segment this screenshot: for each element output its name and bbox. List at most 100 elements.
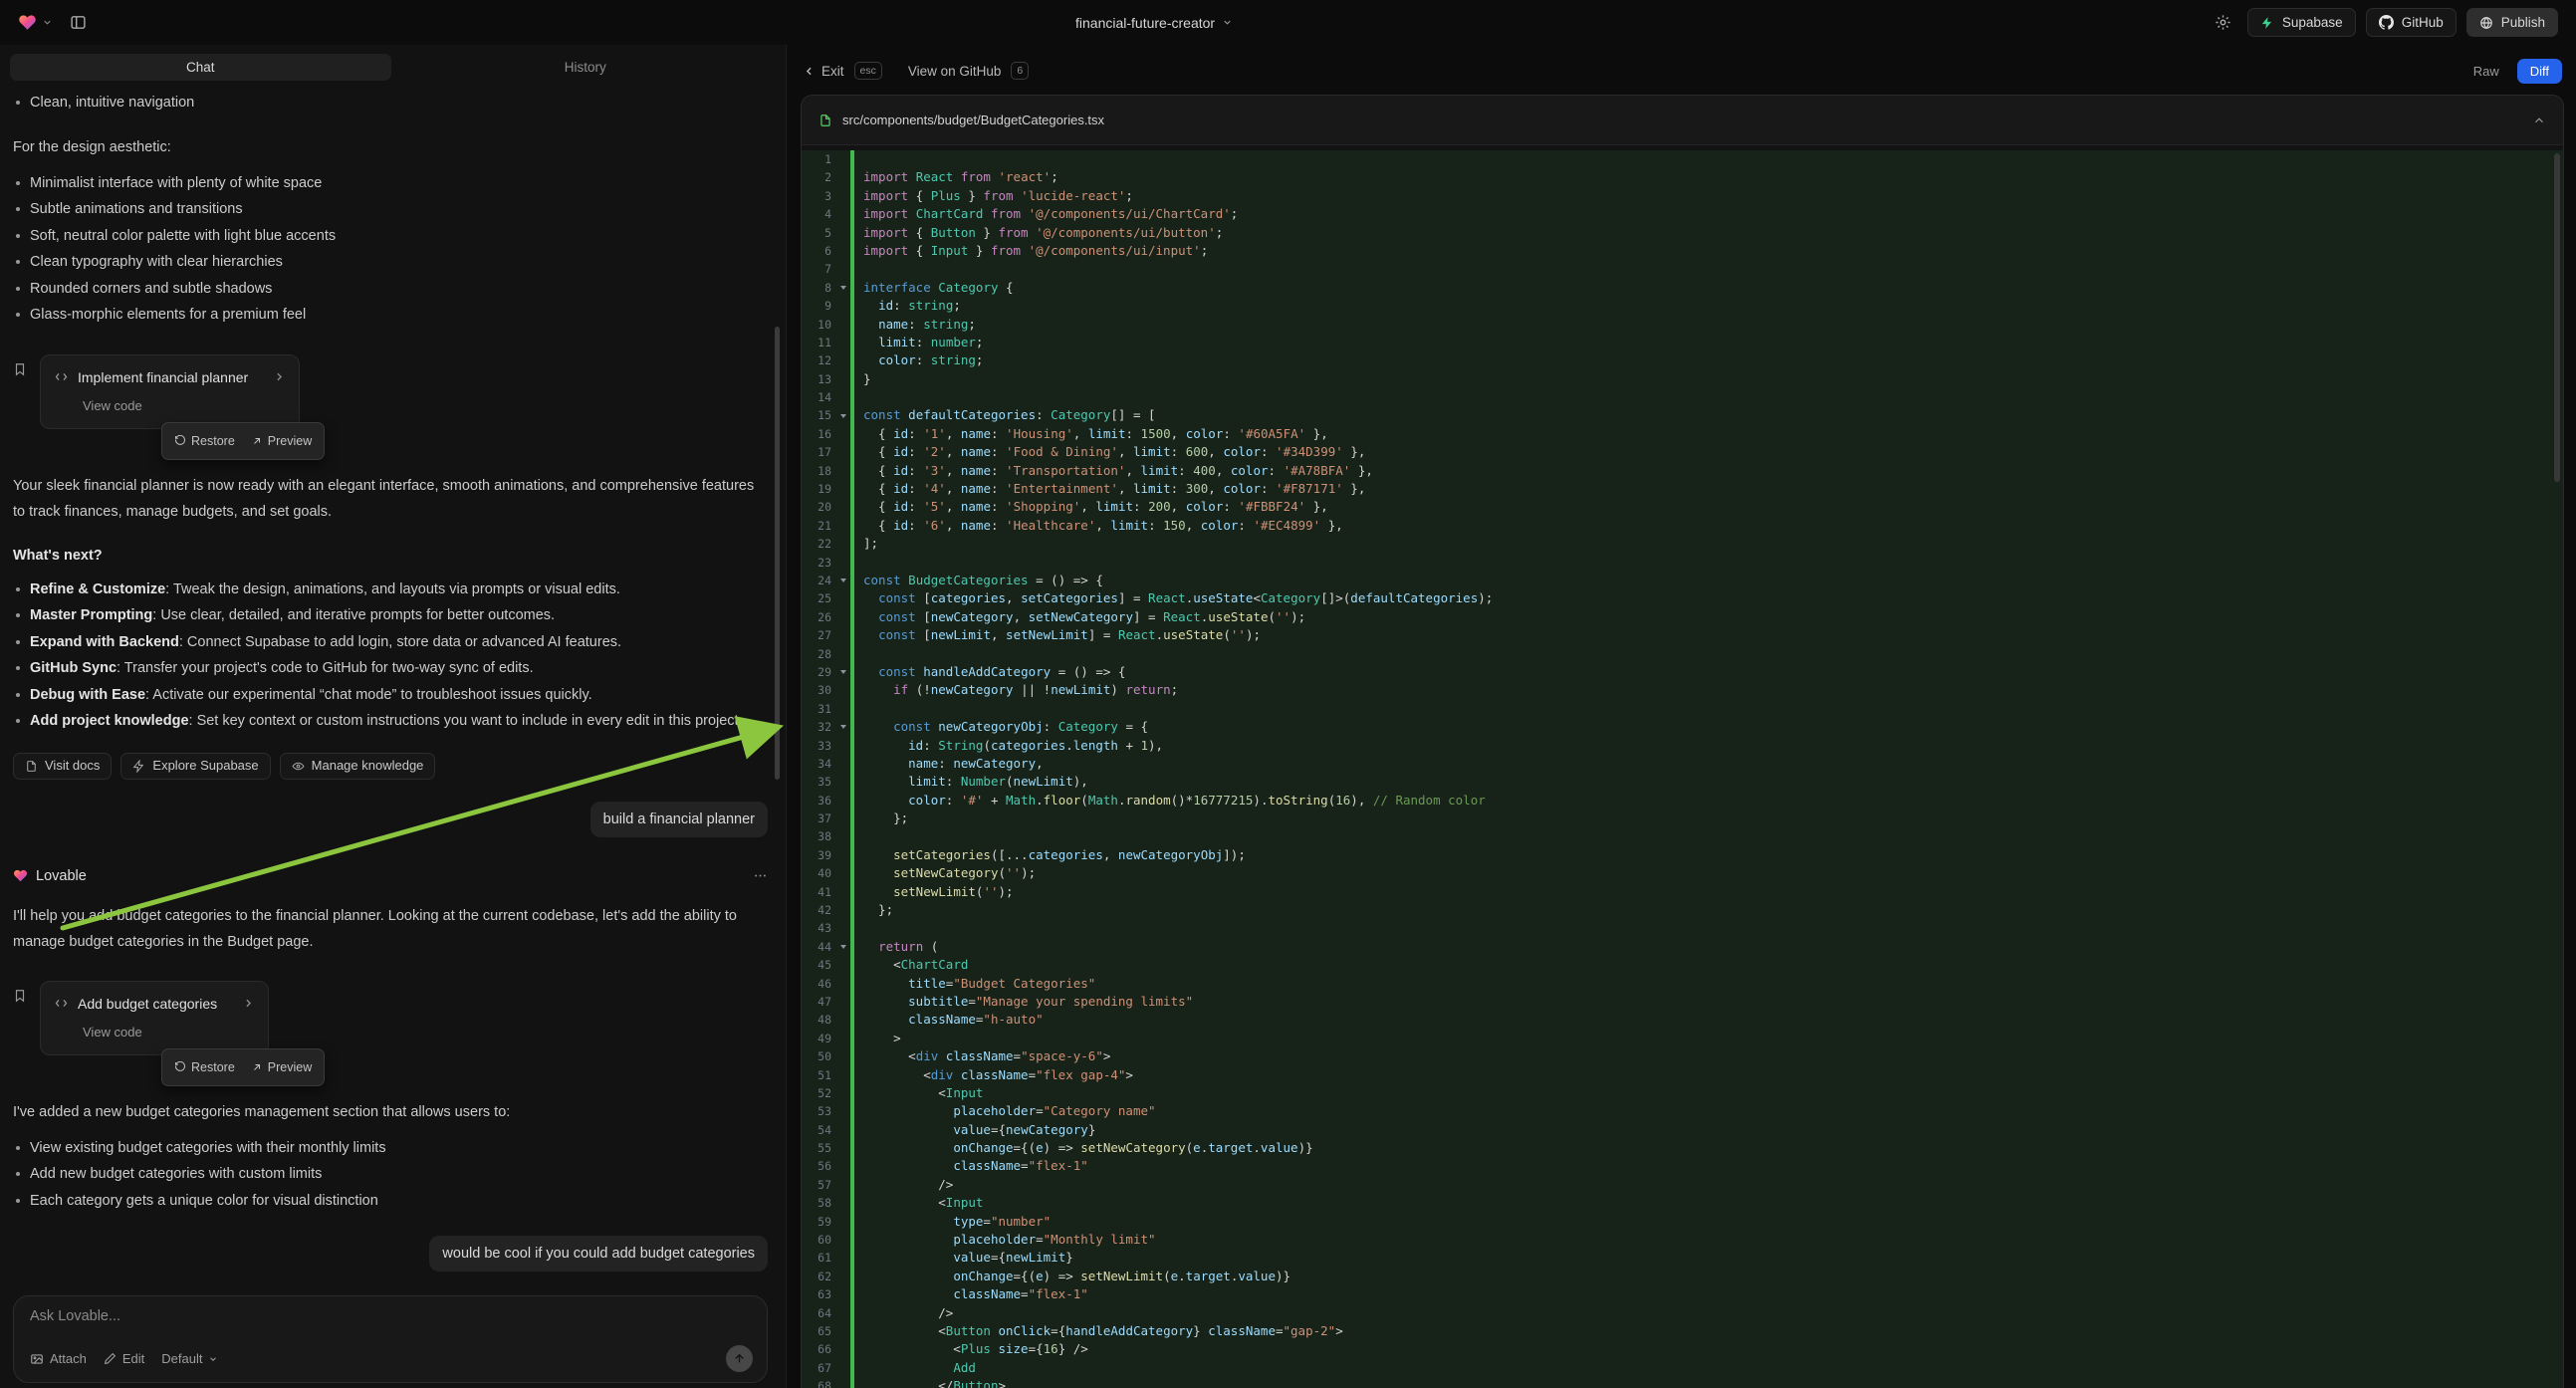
- chat-scrollbar-thumb[interactable]: [775, 327, 780, 780]
- version-card-wrap: Implement financial planner View code: [40, 354, 300, 429]
- whats-next-heading: What's next?: [13, 543, 768, 569]
- explore-supabase-button[interactable]: Explore Supabase: [120, 753, 270, 780]
- code-line: 36 color: '#' + Math.floor(Math.random()…: [802, 792, 2563, 810]
- visit-docs-button[interactable]: Visit docs: [13, 753, 112, 780]
- code-line: 29 const handleAddCategory = () => {: [802, 663, 2563, 681]
- bullet-item: Debug with Ease: Activate our experiment…: [13, 682, 768, 709]
- mode-select[interactable]: Default: [161, 1351, 218, 1366]
- code-line: 33 id: String(categories.length + 1),: [802, 737, 2563, 755]
- bookmark-icon[interactable]: [13, 362, 27, 376]
- restore-button[interactable]: Restore: [168, 1052, 241, 1082]
- bullet-list: Clean, intuitive navigation: [13, 90, 768, 116]
- bullet-item: Glass-morphic elements for a premium fee…: [13, 302, 768, 329]
- bullet-item: Minimalist interface with plenty of whit…: [13, 170, 768, 197]
- app: financial-future-creator Supabase GitHub: [0, 0, 2576, 1388]
- preview-button[interactable]: Preview: [245, 426, 318, 456]
- chevron-up-icon[interactable]: [2532, 114, 2546, 127]
- code-line: 62 onChange={(e) => setNewLimit(e.target…: [802, 1268, 2563, 1285]
- publish-button-label: Publish: [2501, 15, 2545, 30]
- diff-toggle[interactable]: Diff: [2517, 59, 2562, 84]
- chat-input[interactable]: [30, 1308, 753, 1324]
- code-line: 51 <div className="flex gap-4">: [802, 1066, 2563, 1084]
- project-switcher[interactable]: financial-future-creator: [1075, 15, 1233, 31]
- image-icon: [30, 1352, 44, 1366]
- topbar: financial-future-creator Supabase GitHub: [0, 0, 2576, 45]
- chevron-down-icon: [42, 17, 53, 28]
- code-line: 68 </Button>: [802, 1377, 2563, 1388]
- preview-label: Preview: [268, 1054, 312, 1080]
- code-line: 65 <Button onClick={handleAddCategory} c…: [802, 1322, 2563, 1340]
- lovable-menu-button[interactable]: [18, 13, 53, 32]
- bullet-item: Add project knowledge: Set key context o…: [13, 708, 768, 735]
- assistant-paragraph: I've added a new budget categories manag…: [13, 1099, 768, 1125]
- more-options-icon[interactable]: [753, 868, 768, 883]
- code-line: 31: [802, 700, 2563, 718]
- restore-icon: [174, 435, 186, 447]
- tab-chat[interactable]: Chat: [10, 54, 391, 81]
- supabase-button[interactable]: Supabase: [2247, 8, 2356, 37]
- bullet-item: View existing budget categories with the…: [13, 1135, 768, 1162]
- version-card-wrap: Add budget categories View code: [40, 981, 269, 1055]
- code-line: 1: [802, 150, 2563, 168]
- edit-button[interactable]: Edit: [104, 1351, 144, 1366]
- code-line: 10 name: string;: [802, 316, 2563, 334]
- manage-knowledge-label: Manage knowledge: [312, 753, 424, 779]
- code-line: 57 />: [802, 1176, 2563, 1194]
- raw-toggle[interactable]: Raw: [2465, 60, 2507, 83]
- code-lines: 12import React from 'react';3import { Pl…: [802, 150, 2563, 1388]
- bullet-item: Master Prompting: Use clear, detailed, a…: [13, 602, 768, 629]
- code-line: 18 { id: '3', name: 'Transportation', li…: [802, 462, 2563, 480]
- attach-button[interactable]: Attach: [30, 1351, 87, 1366]
- version-card-title: Implement financial planner: [78, 364, 248, 390]
- settings-gear-icon[interactable]: [2210, 9, 2237, 37]
- code-line: 21 { id: '6', name: 'Healthcare', limit:…: [802, 517, 2563, 535]
- user-message: build a financial planner: [590, 802, 768, 837]
- publish-button[interactable]: Publish: [2466, 8, 2558, 37]
- design-intro: For the design aesthetic:: [13, 134, 768, 160]
- restore-icon: [174, 1061, 186, 1073]
- view-code-link[interactable]: View code: [54, 1020, 255, 1045]
- code-line: 39 setCategories([...categories, newCate…: [802, 846, 2563, 864]
- assistant-name: Lovable: [36, 863, 87, 889]
- view-code-link[interactable]: View code: [54, 393, 286, 419]
- manage-knowledge-button[interactable]: Manage knowledge: [280, 753, 436, 780]
- code-scrollbar-thumb[interactable]: [2554, 153, 2560, 482]
- restore-preview-bar: Restore Preview: [161, 1048, 325, 1086]
- code-area[interactable]: 12import React from 'react';3import { Pl…: [802, 145, 2563, 1388]
- restore-label: Restore: [191, 428, 235, 454]
- code-line: 41 setNewLimit('');: [802, 883, 2563, 901]
- restore-button[interactable]: Restore: [168, 426, 241, 456]
- supabase-button-label: Supabase: [2282, 15, 2343, 30]
- code-line: 3import { Plus } from 'lucide-react';: [802, 187, 2563, 205]
- code-line: 6import { Input } from '@/components/ui/…: [802, 242, 2563, 260]
- code-line: 16 { id: '1', name: 'Housing', limit: 15…: [802, 425, 2563, 443]
- knowledge-icon: [292, 760, 305, 773]
- code-panel: Exit esc View on GitHub 6 Raw Diff src/c…: [787, 45, 2576, 1388]
- preview-button[interactable]: Preview: [245, 1052, 318, 1082]
- github-button[interactable]: GitHub: [2366, 8, 2457, 37]
- bookmark-icon[interactable]: [13, 989, 27, 1003]
- code-line: 60 placeholder="Monthly limit": [802, 1231, 2563, 1249]
- chevron-down-icon: [1222, 17, 1233, 28]
- lovable-avatar-icon: [13, 868, 28, 883]
- send-button[interactable]: [726, 1345, 753, 1372]
- sidebar-toggle-icon[interactable]: [64, 9, 92, 37]
- version-card-add-budget[interactable]: Add budget categories View code: [40, 981, 269, 1055]
- code-line: 22];: [802, 535, 2563, 553]
- code-line: 34 name: newCategory,: [802, 755, 2563, 773]
- file-icon: [819, 114, 832, 127]
- exit-button[interactable]: Exit: [803, 64, 844, 79]
- code-line: 59 type="number": [802, 1213, 2563, 1231]
- code-line: 8interface Category {: [802, 279, 2563, 297]
- code-line: 14: [802, 388, 2563, 406]
- preview-label: Preview: [268, 428, 312, 454]
- version-card-implement[interactable]: Implement financial planner View code: [40, 354, 300, 429]
- version-card-title: Add budget categories: [78, 991, 217, 1017]
- tab-history[interactable]: History: [395, 54, 777, 81]
- view-on-github-button[interactable]: View on GitHub: [908, 64, 1002, 79]
- bullet-item: GitHub Sync: Transfer your project's cod…: [13, 655, 768, 682]
- user-message: would be cool if you could add budget ca…: [429, 1236, 768, 1272]
- code-line: 30 if (!newCategory || !newLimit) return…: [802, 681, 2563, 699]
- file-header[interactable]: src/components/budget/BudgetCategories.t…: [802, 96, 2563, 145]
- composer[interactable]: Attach Edit Default: [13, 1295, 768, 1383]
